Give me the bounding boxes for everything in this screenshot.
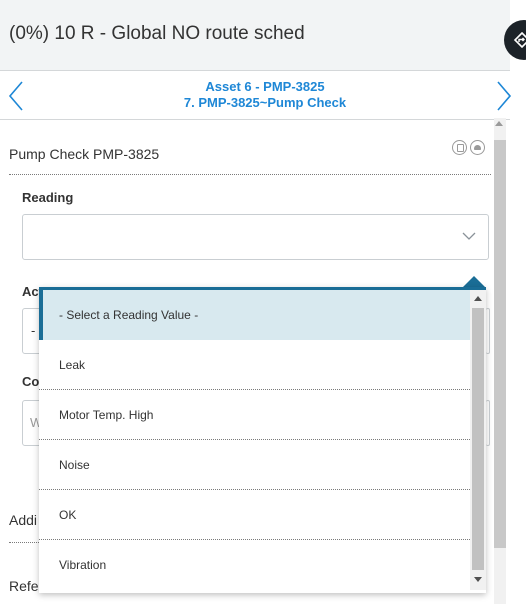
scroll-up-icon[interactable] bbox=[474, 296, 482, 301]
reading-option-vibration[interactable]: Vibration bbox=[39, 540, 470, 590]
step-name: 7. PMP-3825~Pump Check bbox=[183, 95, 347, 110]
reading-select[interactable] bbox=[22, 214, 489, 260]
reading-option-list: - Select a Reading Value - Leak Motor Te… bbox=[39, 290, 470, 590]
device-icon[interactable] bbox=[452, 140, 467, 155]
navigate-icon bbox=[513, 32, 526, 48]
additional-section-label[interactable]: Addi bbox=[9, 512, 37, 528]
reading-dropdown: - Select a Reading Value - Leak Motor Te… bbox=[39, 287, 486, 593]
cloud-icon[interactable] bbox=[470, 140, 485, 155]
reading-option-placeholder[interactable]: - Select a Reading Value - bbox=[39, 290, 470, 340]
reading-option-motor-temp-high[interactable]: Motor Temp. High bbox=[39, 390, 470, 440]
comments-label: Co bbox=[22, 374, 40, 389]
page-scroll-up-icon[interactable] bbox=[495, 121, 503, 126]
nav-divider bbox=[0, 119, 510, 120]
reading-option-leak[interactable]: Leak bbox=[39, 340, 470, 390]
card-icons bbox=[452, 140, 485, 155]
action-select-value: - bbox=[31, 323, 36, 338]
reading-option-ok[interactable]: OK bbox=[39, 490, 470, 540]
action-select-edge bbox=[486, 308, 490, 354]
card-divider bbox=[9, 174, 491, 175]
reference-documents-label[interactable]: Refe bbox=[9, 578, 39, 594]
page-scrollbar-thumb[interactable] bbox=[494, 140, 506, 548]
card-title: Pump Check PMP-3825 bbox=[9, 146, 160, 162]
section-divider bbox=[9, 542, 39, 543]
asset-name: Asset 6 - PMP-3825 bbox=[205, 79, 325, 94]
route-title: (0%) 10 R - Global NO route sched bbox=[9, 23, 305, 44]
dropdown-scrollbar-thumb[interactable] bbox=[472, 308, 484, 570]
header-bar: (0%) 10 R - Global NO route sched bbox=[0, 0, 510, 71]
next-asset-icon[interactable] bbox=[494, 80, 514, 112]
dropdown-scrollbar[interactable] bbox=[470, 290, 486, 590]
previous-asset-icon[interactable] bbox=[6, 80, 26, 112]
asset-step-title: Asset 6 - PMP-3825 7. PMP-3825~Pump Chec… bbox=[60, 79, 470, 111]
chevron-down-icon bbox=[462, 232, 476, 240]
scroll-down-icon[interactable] bbox=[474, 577, 482, 582]
comments-input-edge bbox=[486, 400, 490, 446]
reading-option-noise[interactable]: Noise bbox=[39, 440, 470, 490]
reading-label: Reading bbox=[22, 190, 74, 205]
